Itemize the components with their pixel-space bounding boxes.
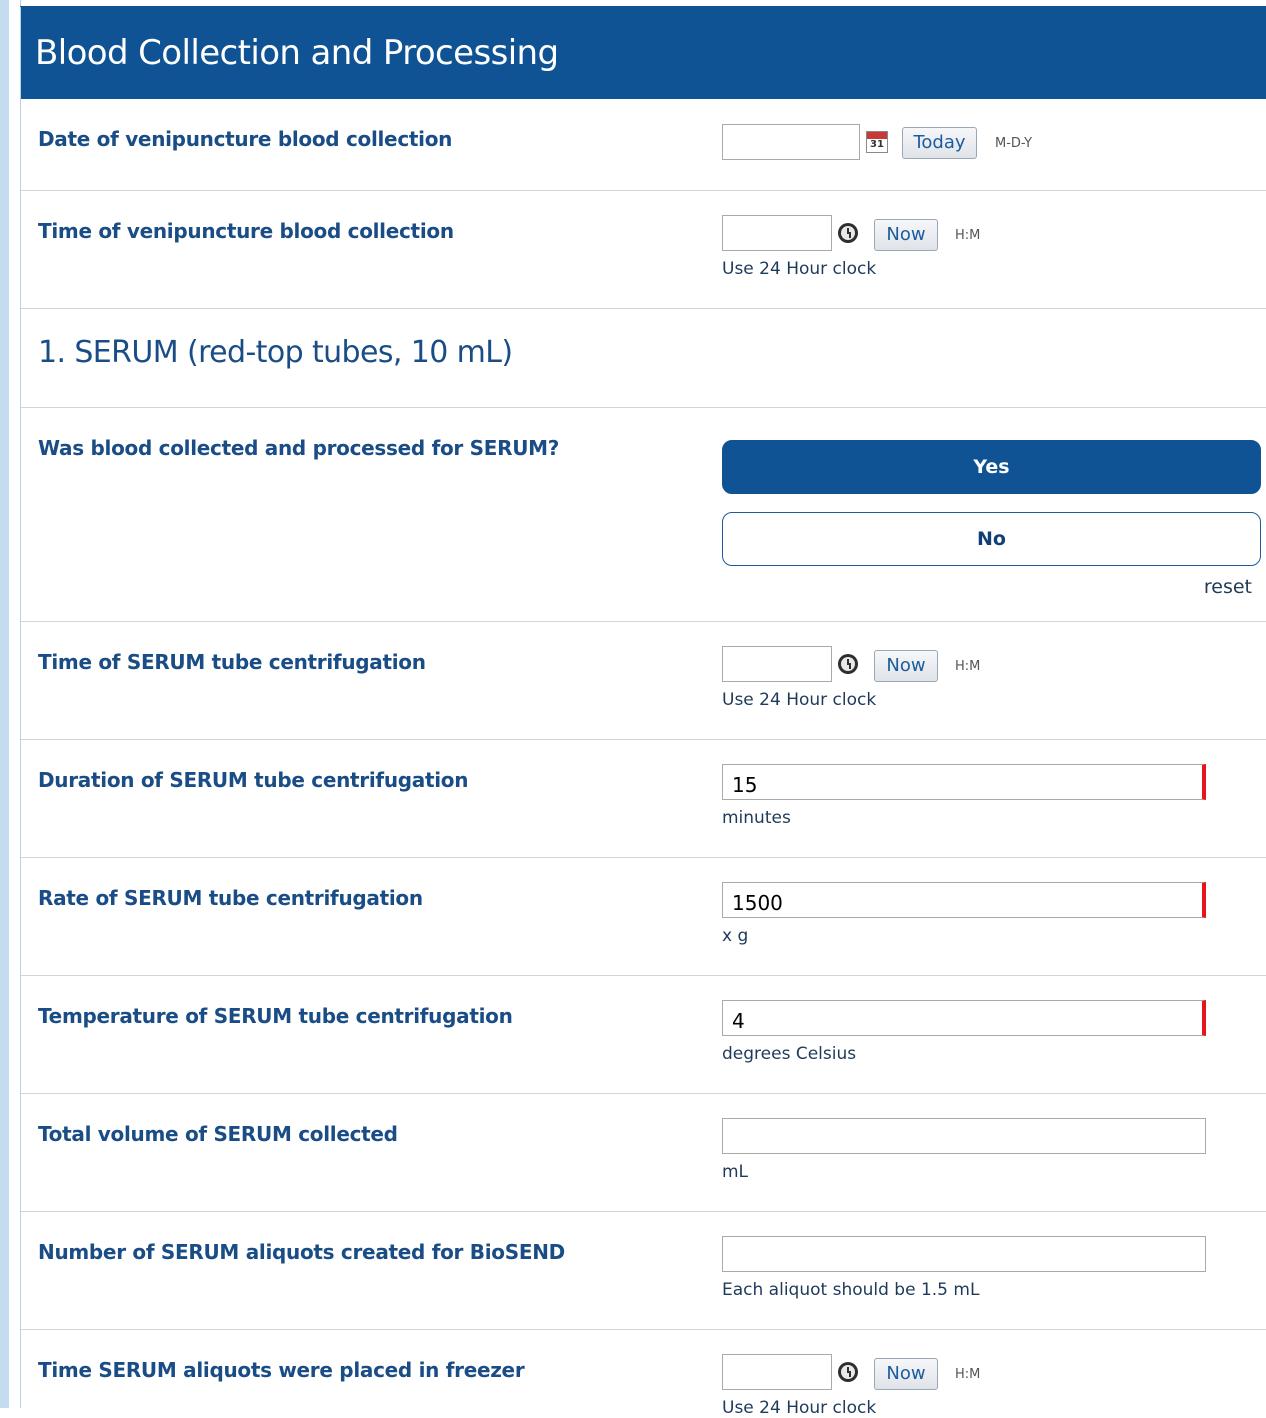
time-format-hint: H:M xyxy=(955,228,981,243)
time-format-hint: H:M xyxy=(955,659,981,674)
duration-label: Duration of SERUM tube centrifugation xyxy=(38,768,469,792)
temperature-label: Temperature of SERUM tube centrifugation xyxy=(38,1004,513,1028)
rate-label: Rate of SERUM tube centrifugation xyxy=(38,886,423,910)
time-note: Use 24 Hour clock xyxy=(722,690,877,710)
clock-icon[interactable] xyxy=(838,223,858,243)
collected-label: Was blood collected and processed for SE… xyxy=(38,436,560,460)
rate-input[interactable] xyxy=(722,882,1206,918)
rate-unit: x g xyxy=(722,926,749,946)
date-input[interactable] xyxy=(722,124,860,160)
calendar-icon[interactable]: 31 xyxy=(866,131,888,153)
freezer-time-label: Time SERUM aliquots were placed in freez… xyxy=(38,1358,525,1382)
row-collected: Was blood collected and processed for SE… xyxy=(21,408,1266,622)
row-time: Time of venipuncture blood collection No… xyxy=(21,191,1266,309)
row-aliquots: Number of SERUM aliquots created for Bio… xyxy=(21,1212,1266,1330)
today-button[interactable]: Today xyxy=(902,127,977,159)
time-note: Use 24 Hour clock xyxy=(722,1398,877,1418)
clock-icon[interactable] xyxy=(838,1362,858,1382)
aliquots-input[interactable] xyxy=(722,1236,1206,1272)
now-button[interactable]: Now xyxy=(874,219,938,251)
row-rate: Rate of SERUM tube centrifugation x g xyxy=(21,858,1266,976)
row-date: Date of venipuncture blood collection 31… xyxy=(21,99,1266,191)
temperature-input[interactable] xyxy=(722,1000,1206,1036)
volume-unit: mL xyxy=(722,1162,749,1182)
row-duration: Duration of SERUM tube centrifugation mi… xyxy=(21,740,1266,858)
centrifuge-time-input[interactable] xyxy=(722,646,832,682)
section-title: 1. SERUM (red-top tubes, 10 mL) xyxy=(38,335,513,370)
no-option[interactable]: No xyxy=(722,512,1261,566)
now-button[interactable]: Now xyxy=(874,1358,938,1390)
date-label: Date of venipuncture blood collection xyxy=(38,127,453,151)
form-header: Blood Collection and Processing xyxy=(21,7,1266,99)
aliquots-label: Number of SERUM aliquots created for Bio… xyxy=(38,1240,565,1264)
duration-input[interactable] xyxy=(722,764,1206,800)
yes-option[interactable]: Yes xyxy=(722,440,1261,494)
left-rail xyxy=(0,0,9,1408)
row-temperature: Temperature of SERUM tube centrifugation… xyxy=(21,976,1266,1094)
row-volume: Total volume of SERUM collected mL xyxy=(21,1094,1266,1212)
volume-input[interactable] xyxy=(722,1118,1206,1154)
duration-unit: minutes xyxy=(722,808,791,828)
volume-label: Total volume of SERUM collected xyxy=(38,1122,398,1146)
time-input[interactable] xyxy=(722,215,832,251)
clock-icon[interactable] xyxy=(838,654,858,674)
row-centrifuge-time: Time of SERUM tube centrifugation Now H:… xyxy=(21,622,1266,740)
time-label: Time of venipuncture blood collection xyxy=(38,219,454,243)
time-format-hint: H:M xyxy=(955,1367,981,1382)
temperature-unit: degrees Celsius xyxy=(722,1044,857,1064)
reset-link[interactable]: reset xyxy=(1204,576,1252,598)
time-note: Use 24 Hour clock xyxy=(722,259,877,279)
centrifuge-time-label: Time of SERUM tube centrifugation xyxy=(38,650,426,674)
section-serum: 1. SERUM (red-top tubes, 10 mL) xyxy=(21,309,1266,408)
now-button[interactable]: Now xyxy=(874,650,938,682)
freezer-time-input[interactable] xyxy=(722,1354,832,1390)
date-format-hint: M-D-Y xyxy=(995,136,1033,151)
aliquots-note: Each aliquot should be 1.5 mL xyxy=(722,1280,980,1300)
row-freezer-time: Time SERUM aliquots were placed in freez… xyxy=(21,1330,1266,1418)
